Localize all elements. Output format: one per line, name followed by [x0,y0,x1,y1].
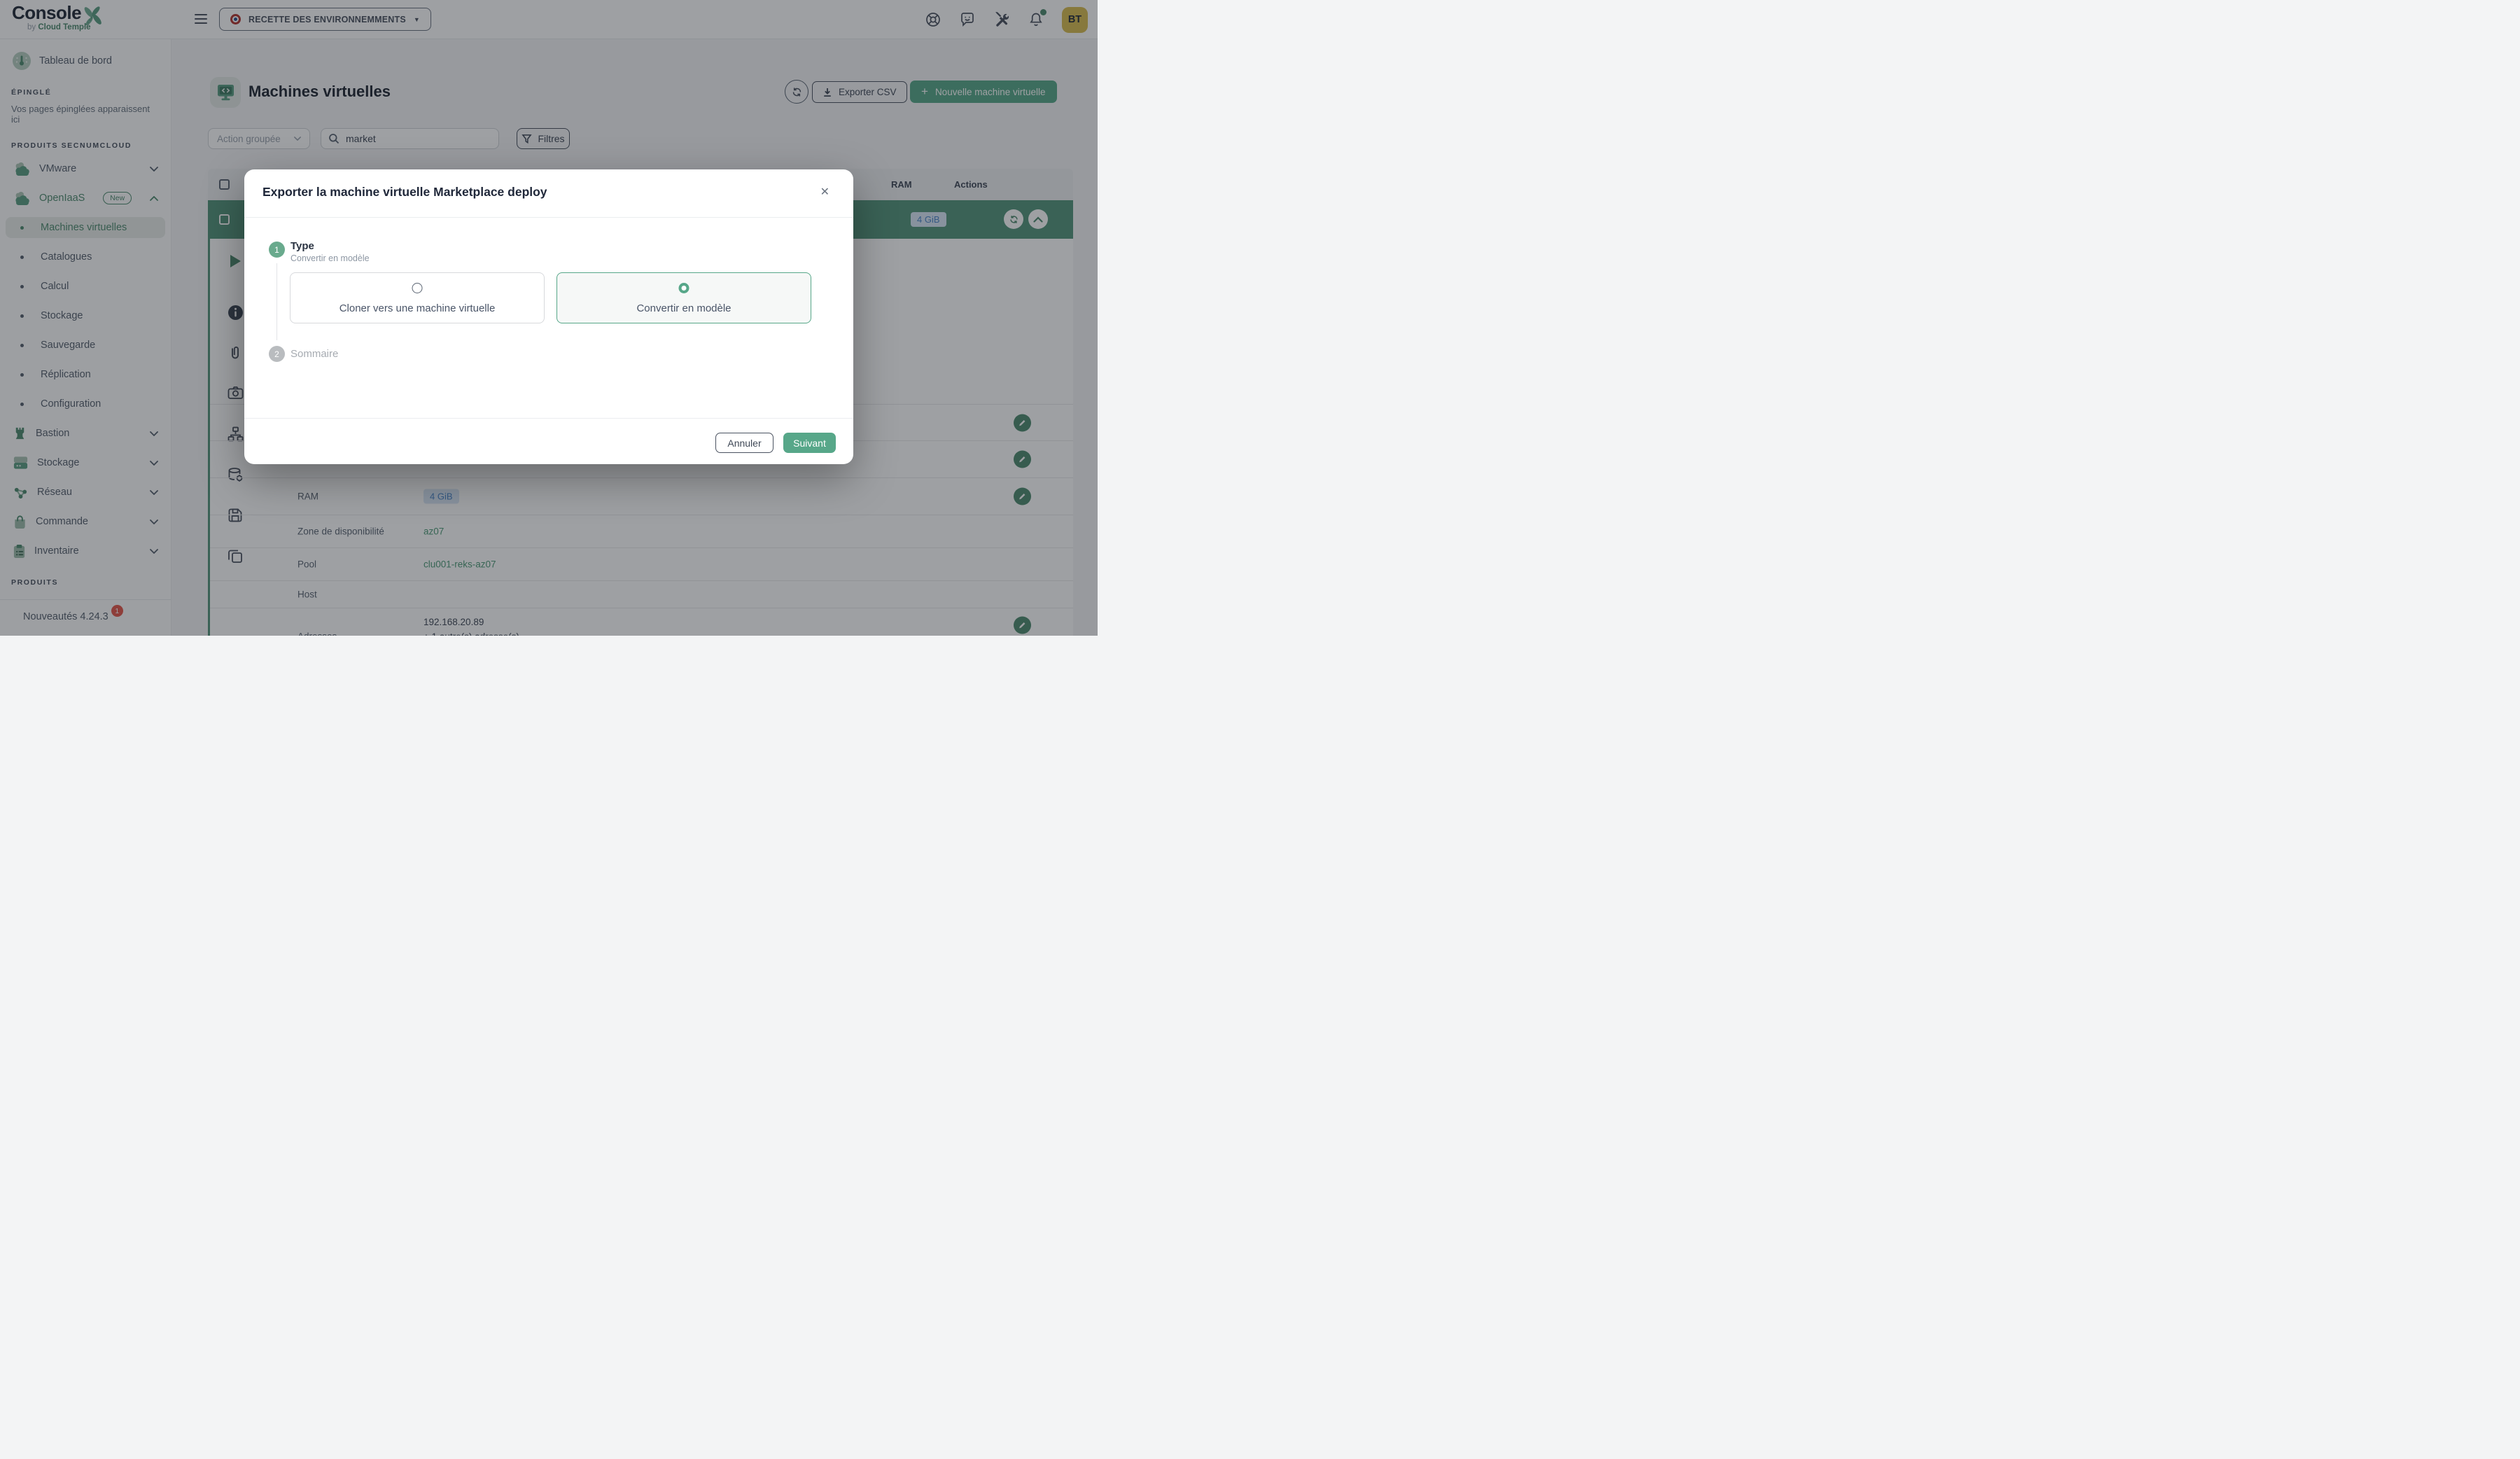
close-icon[interactable]: ✕ [820,185,830,199]
option-convert-template[interactable]: Convertir en modèle [556,272,811,323]
option-label: Convertir en modèle [557,302,811,314]
option-label: Cloner vers une machine virtuelle [290,302,544,314]
step-1-number: 1 [269,242,285,258]
step-connector [276,263,277,340]
cancel-button[interactable]: Annuler [715,433,774,453]
step-1-subtitle: Convertir en modèle [290,253,370,263]
step-2-title: Sommaire [290,348,338,360]
radio-unselected-icon[interactable] [412,283,423,293]
export-vm-modal: Exporter la machine virtuelle Marketplac… [244,169,853,464]
radio-selected-icon[interactable] [679,283,690,293]
next-button[interactable]: Suivant [783,433,836,453]
step-1-title: Type [290,240,314,252]
modal-title: Exporter la machine virtuelle Marketplac… [262,185,547,200]
step-2-number: 2 [269,346,285,362]
modal-divider [244,217,853,218]
option-clone-vm[interactable]: Cloner vers une machine virtuelle [290,272,545,323]
modal-footer-divider [244,418,853,419]
